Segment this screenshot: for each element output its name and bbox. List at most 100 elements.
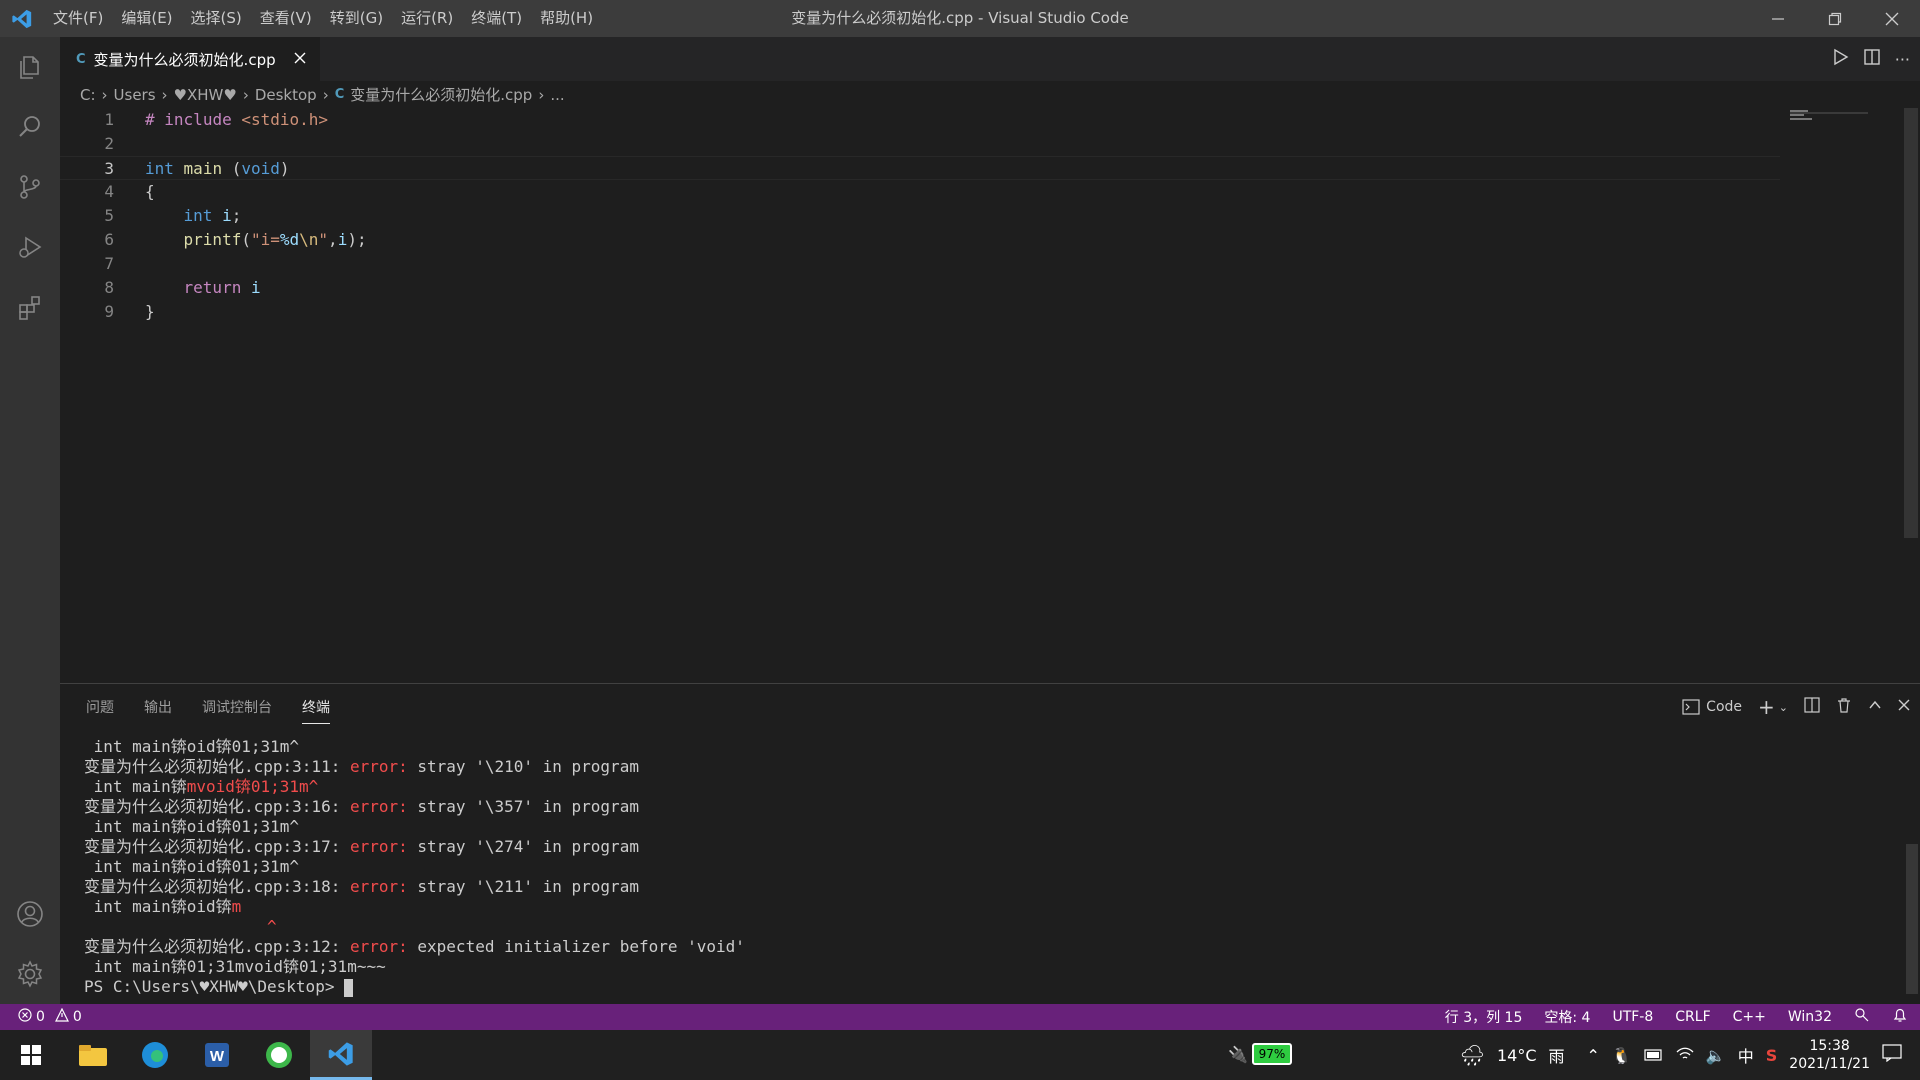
terminal-icon bbox=[1682, 699, 1700, 715]
chevron-down-icon[interactable]: ⌄ bbox=[1779, 701, 1788, 714]
close-tab-icon[interactable] bbox=[294, 50, 306, 68]
wechat-icon[interactable] bbox=[248, 1030, 310, 1080]
ime-indicator[interactable]: 中 bbox=[1738, 1043, 1754, 1067]
terminal-line: int main锛oid锛01;31m^ bbox=[84, 817, 745, 837]
sogou-icon[interactable]: S bbox=[1766, 1046, 1778, 1065]
line-number: 3 bbox=[104, 159, 114, 178]
qq-icon[interactable]: 🐧 bbox=[1612, 1046, 1632, 1065]
terminal-scrollbar[interactable] bbox=[1906, 844, 1918, 994]
show-hidden-icons-icon[interactable]: ⌃ bbox=[1587, 1046, 1600, 1065]
platform[interactable]: Win32 bbox=[1788, 1009, 1832, 1025]
terminal-text: 变量为什么必须初始化.cpp:3:11: bbox=[84, 757, 350, 776]
terminal-output[interactable]: int main锛oid锛01;31m^ 变量为什么必须初始化.cpp:3:11… bbox=[84, 737, 745, 997]
search-icon[interactable] bbox=[0, 97, 60, 157]
menu-edit[interactable]: 编辑(E) bbox=[112, 0, 181, 37]
line-number: 5 bbox=[104, 206, 114, 225]
terminal-text: stray '\357' in program bbox=[407, 797, 639, 816]
wifi-icon[interactable] bbox=[1676, 1046, 1694, 1065]
chevron-right-icon: › bbox=[242, 85, 249, 104]
vscode-taskbar-icon[interactable] bbox=[310, 1030, 372, 1080]
encoding[interactable]: UTF-8 bbox=[1612, 1009, 1653, 1025]
status-problems[interactable]: 0 0 bbox=[0, 1007, 82, 1026]
restore-button[interactable] bbox=[1806, 0, 1863, 37]
temperature[interactable]: 14°C bbox=[1497, 1046, 1537, 1065]
menu-help[interactable]: 帮助(H) bbox=[531, 0, 602, 37]
minimize-button[interactable] bbox=[1749, 0, 1806, 37]
run-code-icon[interactable] bbox=[1831, 48, 1849, 70]
terminal-text: 变量为什么必须初始化.cpp:3:18: bbox=[84, 877, 350, 896]
weather-icon[interactable]: 🌧 bbox=[1460, 1043, 1485, 1067]
menu-go[interactable]: 转到(G) bbox=[321, 0, 392, 37]
breadcrumb-users[interactable]: Users bbox=[114, 86, 156, 104]
trash-icon[interactable] bbox=[1836, 697, 1852, 717]
breadcrumb-drive[interactable]: C: bbox=[80, 86, 96, 104]
minimap[interactable] bbox=[1790, 108, 1870, 128]
menu-run[interactable]: 运行(R) bbox=[392, 0, 462, 37]
plug-icon: 🔌 bbox=[1228, 1044, 1248, 1064]
extensions-icon[interactable] bbox=[0, 277, 60, 337]
breadcrumb-desktop[interactable]: Desktop bbox=[255, 86, 317, 104]
split-terminal-icon[interactable] bbox=[1804, 697, 1820, 717]
accounts-icon[interactable] bbox=[0, 884, 60, 944]
menu-view[interactable]: 查看(V) bbox=[251, 0, 321, 37]
volume-icon[interactable]: 🔈 bbox=[1706, 1046, 1726, 1065]
battery-indicator[interactable]: 🔌 97% bbox=[1228, 1043, 1292, 1065]
indentation[interactable]: 空格: 4 bbox=[1544, 1007, 1590, 1027]
terminal-shell-selector[interactable]: Code bbox=[1682, 699, 1742, 715]
error-label: error: bbox=[349, 757, 408, 776]
close-window-button[interactable] bbox=[1863, 0, 1920, 37]
close-panel-icon[interactable] bbox=[1898, 699, 1910, 715]
settings-gear-icon[interactable] bbox=[0, 944, 60, 1004]
tab-active-file[interactable]: C 变量为什么必须初始化.cpp bbox=[60, 37, 320, 81]
terminal-line: 变量为什么必须初始化.cpp:3:11: error: stray '\210'… bbox=[84, 757, 745, 777]
line-number: 1 bbox=[104, 110, 114, 129]
menu-terminal[interactable]: 终端(T) bbox=[462, 0, 531, 37]
code-line-current: 3 int main (void) bbox=[60, 156, 1780, 180]
explorer-icon[interactable] bbox=[0, 37, 60, 97]
tab-output[interactable]: 输出 bbox=[144, 697, 172, 717]
weather-text[interactable]: 雨 bbox=[1548, 1043, 1564, 1067]
clock-date: 2021/11/21 bbox=[1789, 1056, 1870, 1072]
source-control-icon[interactable] bbox=[0, 157, 60, 217]
new-terminal-icon[interactable]: + bbox=[1758, 695, 1775, 719]
vscode-logo-icon bbox=[0, 0, 44, 37]
chevron-right-icon: › bbox=[101, 85, 108, 104]
tab-terminal[interactable]: 终端 bbox=[302, 697, 330, 724]
cursor-position[interactable]: 行 3，列 15 bbox=[1445, 1007, 1523, 1027]
edge-browser-icon[interactable] bbox=[124, 1030, 186, 1080]
breadcrumb-user[interactable]: ♥XHW♥ bbox=[174, 86, 237, 104]
breadcrumb: C: › Users › ♥XHW♥ › Desktop › C 变量为什么必须初始化.… bbox=[60, 81, 1920, 108]
terminal-line: 变量为什么必须初始化.cpp:3:17: error: stray '\274'… bbox=[84, 837, 745, 857]
terminal-text: int main锛oid锛01;31m^ bbox=[84, 857, 300, 876]
split-editor-icon[interactable] bbox=[1863, 48, 1881, 70]
code-text: # include <stdio.h> bbox=[145, 110, 329, 129]
terminal-text: int main锛oid锛 bbox=[84, 897, 232, 916]
run-debug-icon[interactable] bbox=[0, 217, 60, 277]
battery-tray-icon[interactable] bbox=[1644, 1046, 1664, 1065]
editor-tabs: C 变量为什么必须初始化.cpp ··· bbox=[60, 37, 1920, 81]
terminal-prompt: PS C:\Users\♥XHW♥\Desktop> bbox=[84, 977, 345, 996]
tab-problems[interactable]: 问题 bbox=[86, 697, 114, 717]
tab-debug-console[interactable]: 调试控制台 bbox=[202, 697, 272, 717]
terminal-line: 变量为什么必须初始化.cpp:3:12: error: expected ini… bbox=[84, 937, 745, 957]
editor-scrollbar[interactable] bbox=[1904, 108, 1918, 538]
clock[interactable]: 15:38 2021/11/21 bbox=[1789, 1037, 1870, 1073]
file-explorer-icon[interactable] bbox=[62, 1030, 124, 1080]
code-text: return i bbox=[183, 278, 261, 297]
code-editor[interactable]: 1 # include <stdio.h> 2 3 int main (void) … bbox=[60, 108, 1900, 683]
more-actions-icon[interactable]: ··· bbox=[1895, 50, 1910, 69]
language-mode[interactable]: C++ bbox=[1733, 1009, 1766, 1025]
bell-icon[interactable] bbox=[1892, 1007, 1908, 1027]
menu-file[interactable]: 文件(F) bbox=[44, 0, 112, 37]
breadcrumb-symbol[interactable]: ... bbox=[550, 86, 564, 104]
word-icon[interactable]: W bbox=[186, 1030, 248, 1080]
menu-selection[interactable]: 选择(S) bbox=[182, 0, 251, 37]
terminal-text: 变量为什么必须初始化.cpp:3:16: bbox=[84, 797, 350, 816]
notification-center-icon[interactable] bbox=[1882, 1044, 1902, 1066]
maximize-panel-icon[interactable] bbox=[1868, 698, 1882, 716]
start-windows-icon[interactable] bbox=[0, 1030, 62, 1080]
line-ending[interactable]: CRLF bbox=[1675, 1009, 1710, 1025]
breadcrumb-file[interactable]: 变量为什么必须初始化.cpp bbox=[350, 84, 532, 105]
tab-label: 变量为什么必须初始化.cpp bbox=[93, 50, 276, 69]
feedback-icon[interactable] bbox=[1854, 1007, 1870, 1027]
